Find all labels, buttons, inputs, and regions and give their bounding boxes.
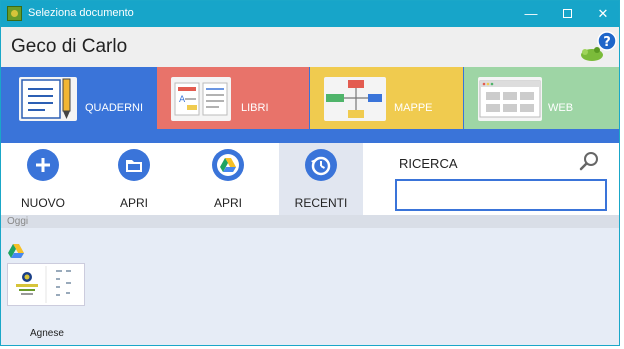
tab-quaderni[interactable]: QUADERNI [5, 67, 155, 129]
plus-icon [27, 149, 59, 181]
web-icon [478, 77, 542, 121]
google-drive-icon [7, 243, 25, 259]
tab-libri[interactable]: A LIBRI [157, 67, 309, 129]
tab-mappe[interactable]: MAPPE [310, 67, 463, 129]
open-drive-button[interactable]: APRI [185, 143, 271, 215]
tab-mappe-label: MAPPE [394, 102, 433, 114]
folder-icon [118, 149, 150, 181]
history-icon [305, 149, 337, 181]
title-bar: Seleziona documento — ✕ [1, 1, 619, 27]
svg-text:?: ? [603, 35, 611, 50]
user-name: Geco di Carlo [11, 36, 128, 57]
search-label: RICERCA [399, 156, 458, 171]
close-button[interactable]: ✕ [585, 1, 619, 27]
new-document-label: NUOVO [20, 196, 65, 210]
header: Geco di Carlo ? [1, 27, 619, 67]
book-icon: A [171, 77, 231, 121]
svg-text:A: A [179, 95, 186, 105]
minimize-button[interactable]: — [513, 1, 549, 27]
search-icon[interactable] [579, 151, 599, 171]
open-drive-label: APRI [213, 196, 242, 210]
select-document-window: Seleziona documento — ✕ Geco di Carlo ? [0, 0, 620, 346]
document-name[interactable]: Agnese [30, 328, 64, 339]
tab-web-label: WEB [548, 102, 574, 114]
maximize-icon [562, 9, 572, 19]
tab-libri-label: LIBRI [241, 102, 269, 114]
tab-quaderni-label: QUADERNI [85, 102, 144, 114]
section-label: Oggi [7, 216, 29, 227]
section-header: Oggi [1, 215, 619, 228]
document-list-area: Oggi Agnese [1, 215, 619, 345]
recent-label: RECENTI [294, 196, 348, 210]
document-thumbnail[interactable] [7, 263, 85, 306]
app-icon [7, 6, 22, 21]
notebook-icon [19, 77, 77, 121]
help-icon: ? [581, 31, 617, 61]
tab-web[interactable]: WEB [464, 67, 619, 129]
search-input[interactable] [395, 179, 607, 211]
open-local-button[interactable]: APRI [93, 143, 175, 215]
window-title: Seleziona documento [28, 7, 134, 19]
mind-map-icon [324, 77, 386, 121]
category-tabs: QUADERNI A LIBRI MAPPE WEB [1, 67, 619, 143]
maximize-button[interactable] [549, 1, 585, 27]
google-drive-icon [212, 149, 244, 181]
recent-button[interactable]: RECENTI [279, 143, 363, 215]
new-document-button[interactable]: NUOVO [3, 143, 83, 215]
open-local-label: APRI [119, 196, 148, 210]
help-button[interactable]: ? [579, 30, 619, 64]
